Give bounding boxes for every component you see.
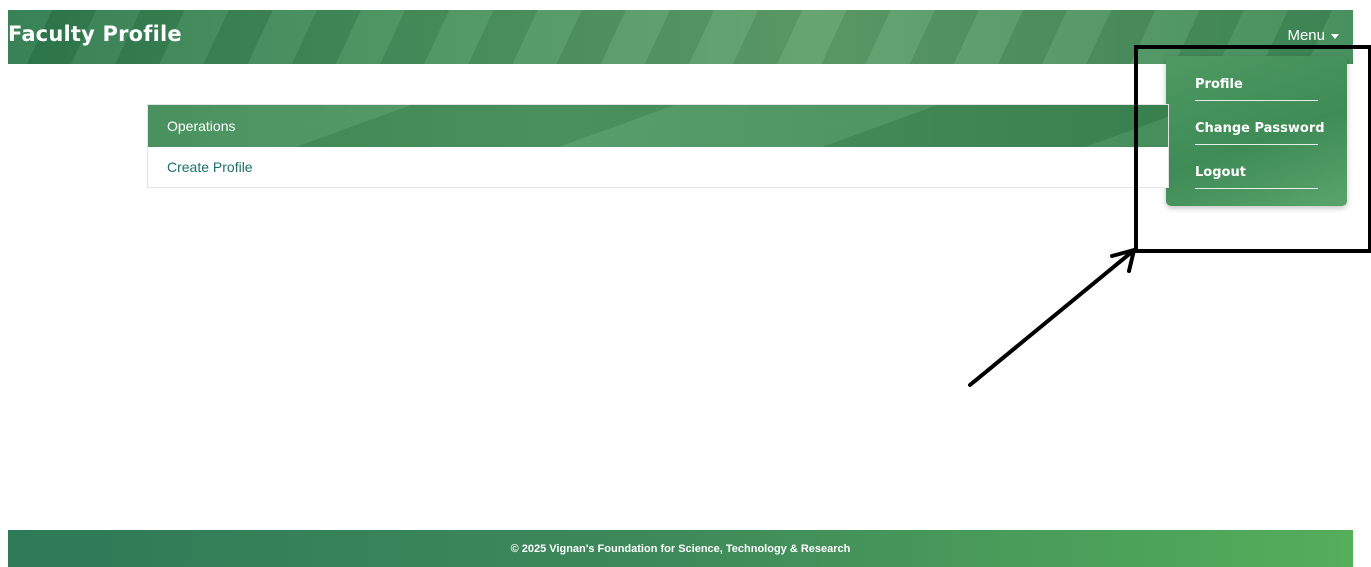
menu-dropdown-toggle[interactable]: Menu: [1287, 27, 1339, 44]
create-profile-link[interactable]: Create Profile: [148, 147, 1168, 187]
card-header: Operations: [148, 105, 1168, 147]
annotation-highlight-box: [1134, 45, 1371, 253]
chevron-down-icon: [1331, 34, 1339, 39]
page-footer: © 2025 Vignan's Foundation for Science, …: [8, 530, 1353, 567]
menu-label: Menu: [1287, 27, 1325, 44]
footer-copyright: © 2025 Vignan's Foundation for Science, …: [510, 542, 851, 555]
app-title: Faculty Profile: [8, 22, 182, 46]
operations-card: Operations Create Profile: [147, 104, 1169, 188]
